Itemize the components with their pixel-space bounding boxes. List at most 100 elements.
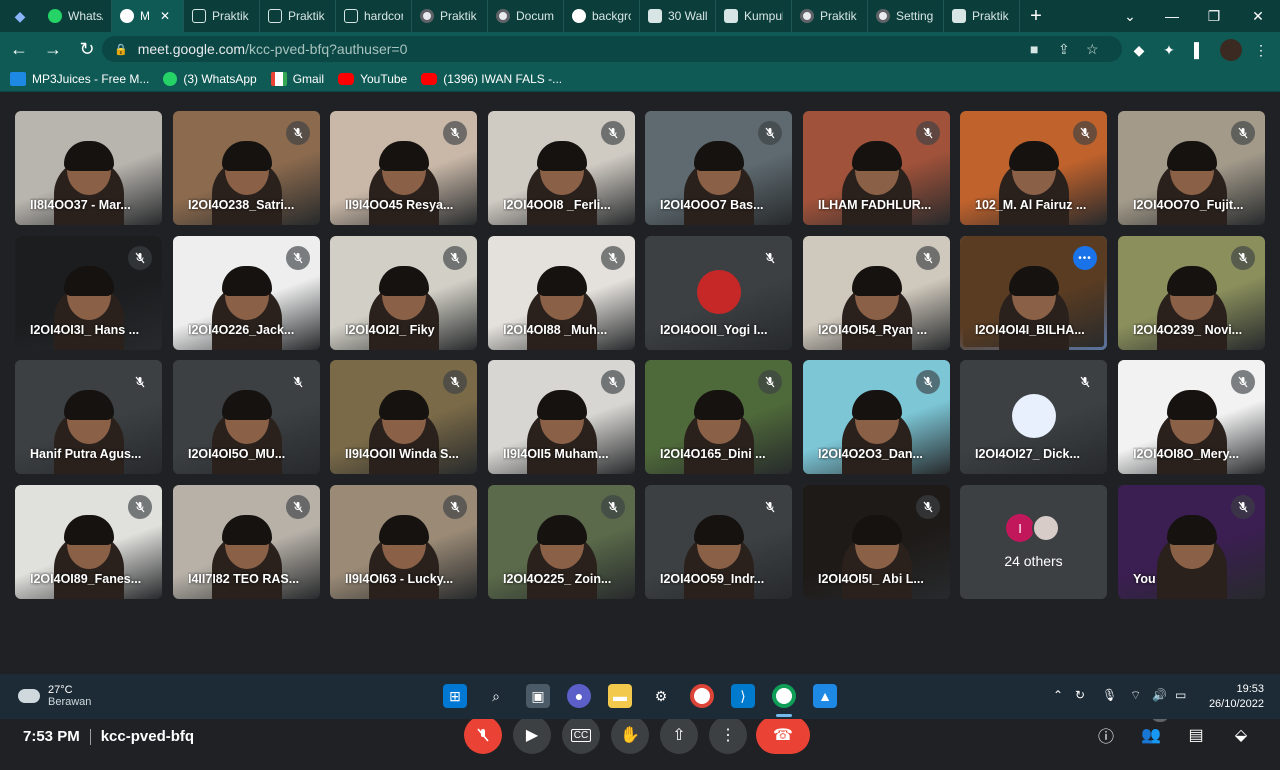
- more-options-button[interactable]: ⋮: [709, 716, 747, 754]
- participant-tile[interactable]: I4II7I82 TEO RAS...: [173, 485, 320, 599]
- profile-avatar[interactable]: [1220, 39, 1242, 61]
- leave-call-button[interactable]: ☎: [756, 716, 810, 754]
- participant-tile[interactable]: I2OI4OOO7 Bas...: [645, 111, 792, 225]
- present-button[interactable]: ⇧: [660, 716, 698, 754]
- bookmark-item[interactable]: YouTube: [338, 72, 407, 86]
- chrome-profile-icon[interactable]: [772, 684, 796, 708]
- file-explorer-icon[interactable]: ▬: [608, 684, 632, 708]
- browser-tab[interactable]: hardcor: [336, 0, 412, 32]
- participant-tile[interactable]: I2OI4OOI8 _Ferli...: [488, 111, 635, 225]
- vscode-icon[interactable]: ⟩: [731, 684, 755, 708]
- chrome-icon[interactable]: [690, 684, 714, 708]
- system-time: 19:53: [1236, 683, 1264, 695]
- menu-kebab-icon[interactable]: ⋮: [1250, 39, 1272, 61]
- search-icon[interactable]: ⌕: [484, 684, 508, 708]
- photos-icon[interactable]: ▲: [813, 684, 837, 708]
- participant-tile[interactable]: I2OI4OO7O_Fujit...: [1118, 111, 1265, 225]
- bookmark-item[interactable]: (3) WhatsApp: [163, 71, 257, 86]
- browser-tab[interactable]: Praktik: [792, 0, 868, 32]
- task-view-icon[interactable]: ▣: [526, 684, 550, 708]
- participant-tile[interactable]: I2OI4O238_Satri...: [173, 111, 320, 225]
- system-clock[interactable]: 19:53 26/10/2022: [1204, 682, 1264, 712]
- participant-tile[interactable]: II9I4OII5 Muham...: [488, 360, 635, 474]
- forward-button[interactable]: →: [38, 34, 68, 64]
- bookmark-star-icon[interactable]: ☆: [1086, 41, 1099, 58]
- teams-chat-icon[interactable]: ●: [567, 684, 591, 708]
- participant-tile[interactable]: II9I4OOII Winda S...: [330, 360, 477, 474]
- browser-tab[interactable]: M ✕: [112, 0, 184, 32]
- chat-button[interactable]: ▤: [1183, 722, 1209, 748]
- mic-off-button[interactable]: [464, 716, 502, 754]
- settings-gear-icon[interactable]: ⚙: [649, 684, 673, 708]
- participant-tile[interactable]: I2OI4OI88 _Muh...: [488, 236, 635, 350]
- participant-tile[interactable]: I2OI4OOII_Yogi I...: [645, 236, 792, 350]
- others-tile[interactable]: I 24 others: [960, 485, 1107, 599]
- participant-tile[interactable]: I2OI4OO59_Indr...: [645, 485, 792, 599]
- browser-tab[interactable]: WhatsA: [40, 0, 112, 32]
- browser-tab[interactable]: Setting: [868, 0, 944, 32]
- reload-button[interactable]: ↻: [72, 34, 102, 64]
- participant-tile[interactable]: I2OI4OI27_ Dick...: [960, 360, 1107, 474]
- participant-tile[interactable]: I2OI4OI5I_ Abi L...: [803, 485, 950, 599]
- tab-search-icon[interactable]: ◆: [0, 0, 40, 32]
- participant-tile[interactable]: ••• I2OI4OI4I_BILHA...: [960, 236, 1107, 350]
- puzzle-extensions-icon[interactable]: ✦: [1158, 39, 1180, 61]
- participant-tile[interactable]: I2OI4OI54_Ryan ...: [803, 236, 950, 350]
- back-button[interactable]: ←: [4, 34, 34, 64]
- microphone-icon[interactable]: 🎙: [1102, 688, 1117, 702]
- participant-tile[interactable]: I2OI4OI5O_MU...: [173, 360, 320, 474]
- tab-list-chevron-icon[interactable]: ⌄: [1108, 0, 1152, 32]
- bookmark-item[interactable]: (1396) IWAN FALS -...: [421, 72, 562, 86]
- participant-tile[interactable]: I2OI4O226_Jack...: [173, 236, 320, 350]
- participant-tile[interactable]: ILHAM FADHLUR...: [803, 111, 950, 225]
- close-window-button[interactable]: ✕: [1236, 0, 1280, 32]
- tab-close-icon[interactable]: ✕: [160, 9, 170, 23]
- participant-tile[interactable]: I2OI4OI89_Fanes...: [15, 485, 162, 599]
- battery-icon[interactable]: ▭: [1175, 688, 1186, 702]
- raise-hand-button[interactable]: ✋: [611, 716, 649, 754]
- windows-start-icon[interactable]: ⊞: [443, 684, 467, 708]
- participant-tile[interactable]: 102_M. Al Fairuz ...: [960, 111, 1107, 225]
- activities-button[interactable]: ⬙: [1228, 722, 1254, 748]
- participant-tile[interactable]: Hanif Putra Agus...: [15, 360, 162, 474]
- browser-tab[interactable]: Praktik: [412, 0, 488, 32]
- participant-tile[interactable]: II9I4OI63 - Lucky...: [330, 485, 477, 599]
- weather-widget[interactable]: 27°C Berawan: [18, 684, 91, 708]
- browser-tab[interactable]: Praktik: [260, 0, 336, 32]
- bookmark-item[interactable]: Gmail: [270, 71, 324, 86]
- self-tile[interactable]: You: [1118, 485, 1265, 599]
- participant-tile[interactable]: I2OI4OI3I_ Hans ...: [15, 236, 162, 350]
- browser-tab[interactable]: backgro: [564, 0, 640, 32]
- wifi-icon[interactable]: ⌔: [1130, 688, 1141, 703]
- extension-icon[interactable]: ◆: [1128, 39, 1150, 61]
- participant-tile[interactable]: I2OI4OI8O_Mery...: [1118, 360, 1265, 474]
- new-tab-button[interactable]: +: [1020, 0, 1052, 32]
- participant-tile[interactable]: I2OI4O225_ Zoin...: [488, 485, 635, 599]
- camera-button[interactable]: ▶: [513, 716, 551, 754]
- browser-tab[interactable]: 30 Wall: [640, 0, 716, 32]
- participant-tile[interactable]: I2OI4O239_ Novi...: [1118, 236, 1265, 350]
- browser-tab[interactable]: Praktik: [944, 0, 1020, 32]
- participant-tile[interactable]: I2OI4O2O3_Dan...: [803, 360, 950, 474]
- tray-overflow-chevron-icon[interactable]: ⌃: [1053, 688, 1063, 702]
- volume-icon[interactable]: 🔊: [1152, 688, 1167, 702]
- minimize-window-button[interactable]: —: [1150, 0, 1194, 32]
- side-panel-icon[interactable]: ▌: [1188, 39, 1210, 61]
- meeting-details-button[interactable]: ⓘ: [1093, 722, 1119, 748]
- browser-tab[interactable]: Docum: [488, 0, 564, 32]
- participant-tile[interactable]: I2OI4O165_Dini ...: [645, 360, 792, 474]
- participant-tile[interactable]: II8I4OO37 - Mar...: [15, 111, 162, 225]
- browser-tab[interactable]: Kumpul: [716, 0, 792, 32]
- captions-button[interactable]: CC: [562, 716, 600, 754]
- camera-icon[interactable]: ■: [1030, 41, 1038, 57]
- bookmark-item[interactable]: MP3Juices - Free M...: [10, 71, 149, 86]
- restore-window-button[interactable]: ❐: [1192, 0, 1236, 32]
- share-icon[interactable]: ⇪: [1058, 41, 1070, 58]
- meeting-code[interactable]: kcc-pved-bfq: [101, 728, 194, 745]
- sync-icon[interactable]: ↻: [1075, 688, 1085, 702]
- participant-tile[interactable]: I2OI4OI2I_ Fiky: [330, 236, 477, 350]
- participant-tile[interactable]: II9I4OO45 Resya...: [330, 111, 477, 225]
- people-button[interactable]: 👥: [1138, 722, 1164, 748]
- browser-tab[interactable]: Praktik: [184, 0, 260, 32]
- address-bar[interactable]: 🔒 meet.google.com/kcc-pved-bfq?authuser=…: [102, 36, 1122, 62]
